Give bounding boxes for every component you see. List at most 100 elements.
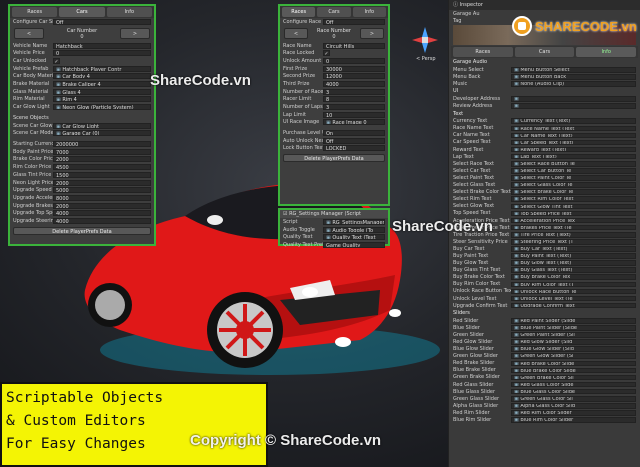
race-name-input[interactable]: Circuit Hills xyxy=(323,42,385,49)
vehicle-name-input[interactable]: Hatchback xyxy=(53,42,151,49)
object-reference-field[interactable]: Brakes Price Text (Te xyxy=(511,224,636,231)
vehicle-price-input[interactable]: 0 xyxy=(53,50,151,57)
review-address-input[interactable] xyxy=(511,103,636,109)
object-reference-field[interactable]: Acceleration Price Tex xyxy=(511,217,636,224)
number-of-laps-input[interactable]: 3 xyxy=(323,104,385,111)
tab-races[interactable]: Races xyxy=(282,7,316,17)
object-reference-field[interactable]: Car Speed Text (Text) xyxy=(511,139,636,146)
object-reference-field[interactable]: Select Paint Color Te xyxy=(511,175,636,181)
object-reference-field[interactable]: Top Speed Price Text xyxy=(511,210,636,217)
racer-limit-input[interactable]: 8 xyxy=(323,96,385,103)
object-reference-field[interactable]: Unlock Level Text (Te xyxy=(511,295,636,302)
next-car-button[interactable]: > xyxy=(119,28,150,40)
object-reference-field[interactable]: Buy Car Text (Text) xyxy=(511,246,636,252)
object-reference-field[interactable]: Buy Glass Text (Text) xyxy=(511,267,636,273)
object-reference-field[interactable]: Reward Text (Text) xyxy=(511,146,636,153)
object-reference-field[interactable]: Green Paint Slider (Sli xyxy=(511,332,636,338)
menu-select-field[interactable]: Menu Button Select xyxy=(511,66,636,73)
configure-car-dropdown[interactable]: Off xyxy=(53,18,151,25)
second-prize-input[interactable]: 12000 xyxy=(323,73,385,80)
price-input[interactable]: 8000 xyxy=(53,194,151,201)
brake-material-field[interactable]: Brake Caliper 4 xyxy=(53,80,151,87)
unlock-amount-input[interactable]: 0 xyxy=(323,57,385,64)
object-reference-field[interactable]: Buy Glow Text (Text) xyxy=(511,260,636,266)
scene-car-model-field[interactable]: Garage Car (0) xyxy=(53,130,151,137)
object-reference-field[interactable]: Red Glass Color Slide xyxy=(511,381,636,388)
ui-header[interactable]: UI xyxy=(449,87,640,95)
quality-prefs-input[interactable]: Game Quality xyxy=(323,241,385,248)
object-reference-field[interactable]: Blue Paint Slider (Slide xyxy=(511,325,636,331)
scene-glow-light-field[interactable]: Car Glow Light xyxy=(53,122,151,129)
prev-race-button[interactable]: < xyxy=(284,28,308,40)
object-reference-field[interactable]: Alpha Glass Color Slid xyxy=(511,403,636,409)
delete-playerprefs-button[interactable]: Delete PlayerPrefs Data xyxy=(13,226,151,235)
object-reference-field[interactable]: Red Rim Color Slider xyxy=(511,410,636,416)
audio-toggle-field[interactable]: Audio Toggle (To xyxy=(323,226,385,233)
object-reference-field[interactable]: Select Race Button Te xyxy=(511,160,636,167)
price-input[interactable]: 4500 xyxy=(53,164,151,171)
menu-back-field[interactable]: Menu Button Back xyxy=(511,74,636,80)
object-reference-field[interactable]: Select Glass Color Te xyxy=(511,182,636,188)
configure-race-dropdown[interactable]: Off xyxy=(323,18,385,25)
glass-material-field[interactable]: Glass 4 xyxy=(53,88,151,95)
object-reference-field[interactable]: Red Paint Slider (Slide xyxy=(511,317,636,324)
tab-info[interactable]: Info xyxy=(106,7,152,17)
object-reference-field[interactable]: Unlock Race Button Te xyxy=(511,288,636,295)
object-reference-field[interactable]: Lap Text (Text) xyxy=(511,153,636,160)
object-reference-field[interactable]: Blue Rim Color Slider xyxy=(511,417,636,423)
third-prize-input[interactable]: 4000 xyxy=(323,80,385,87)
object-reference-field[interactable]: Car Name Text (Text) xyxy=(511,132,636,139)
next-race-button[interactable]: > xyxy=(360,28,384,40)
prev-car-button[interactable]: < xyxy=(14,28,44,40)
object-reference-field[interactable]: Select Rim Color Text xyxy=(511,196,636,203)
quality-text-field[interactable]: Quality Text (Text xyxy=(323,234,385,241)
object-reference-field[interactable]: Blue Glow Slider (Slid xyxy=(511,346,636,352)
object-reference-field[interactable]: Green Brake Color Sli xyxy=(511,374,636,381)
vehicle-prefab-field[interactable]: Hatchback Player Contr xyxy=(53,65,151,72)
object-reference-field[interactable]: Upgrade Confirm Text xyxy=(511,302,636,309)
price-input[interactable]: 2000 xyxy=(53,179,151,186)
price-input[interactable]: 2000 xyxy=(53,156,151,163)
music-field[interactable]: None (Audio Clip) xyxy=(511,81,636,87)
object-reference-field[interactable]: Steering Price Text (T xyxy=(511,239,636,245)
purchase-level-dropdown[interactable]: On xyxy=(323,130,385,137)
starting-currency-input[interactable]: 2000000 xyxy=(53,141,151,148)
car-glow-light-field[interactable]: Neon Glow (Particle System) xyxy=(53,104,151,111)
race-locked-checkbox[interactable]: ✓ xyxy=(323,50,330,57)
object-reference-field[interactable]: Select Car Button Te xyxy=(511,168,636,174)
tab-cars[interactable]: Cars xyxy=(59,7,105,17)
object-reference-field[interactable]: Tire Price Text (Text) xyxy=(511,231,636,238)
price-input[interactable]: 2000 xyxy=(53,202,151,209)
rim-material-field[interactable]: Rim 4 xyxy=(53,96,151,103)
tab-races[interactable]: Races xyxy=(12,7,58,17)
object-reference-field[interactable]: Select Brake Color Te xyxy=(511,189,636,195)
car-unlocked-checkbox[interactable]: ✓ xyxy=(53,57,60,64)
price-input[interactable]: 5000 xyxy=(53,187,151,194)
number-of-racers-input[interactable]: 3 xyxy=(323,88,385,95)
persp-label[interactable]: < Persp xyxy=(416,56,436,62)
price-input[interactable]: 4000 xyxy=(53,217,151,224)
object-reference-field[interactable]: Green Glow Slider (Sl xyxy=(511,353,636,359)
first-prize-input[interactable]: 30000 xyxy=(323,65,385,72)
object-reference-field[interactable]: Currency Text (Text) xyxy=(511,118,636,124)
object-name[interactable]: Garage Au xyxy=(453,11,511,17)
object-reference-field[interactable]: Buy Paint Text (Text) xyxy=(511,253,636,259)
object-reference-field[interactable]: Race Name Text (Text xyxy=(511,125,636,132)
scene-gizmo-icon[interactable] xyxy=(410,25,440,55)
object-reference-field[interactable]: Blue Brake Color Slide xyxy=(511,367,636,374)
tab-cars[interactable]: Cars xyxy=(317,7,351,17)
developer-address-input[interactable] xyxy=(511,96,636,102)
tab-info[interactable]: Info xyxy=(352,7,386,17)
tab-cars[interactable]: Cars xyxy=(514,47,575,58)
lap-limit-input[interactable]: 10 xyxy=(323,111,385,118)
car-body-material-field[interactable]: Car Body 4 xyxy=(53,73,151,80)
auto-unlock-dropdown[interactable]: Off xyxy=(323,137,385,144)
object-reference-field[interactable]: Red Brake Color Slide xyxy=(511,360,636,367)
ui-race-image-field[interactable]: Race Image 0 xyxy=(323,119,385,126)
price-input[interactable]: 4000 xyxy=(53,210,151,217)
object-reference-field[interactable]: Buy Brake Color Tex xyxy=(511,274,636,281)
delete-playerprefs-button[interactable]: Delete PlayerPrefs Data xyxy=(283,154,385,163)
object-reference-field[interactable]: Buy Rim Color Text (T xyxy=(511,281,636,288)
lock-button-text-input[interactable]: LOCKED xyxy=(323,145,385,152)
object-reference-field[interactable]: Red Glow Slider (Slid xyxy=(511,339,636,345)
